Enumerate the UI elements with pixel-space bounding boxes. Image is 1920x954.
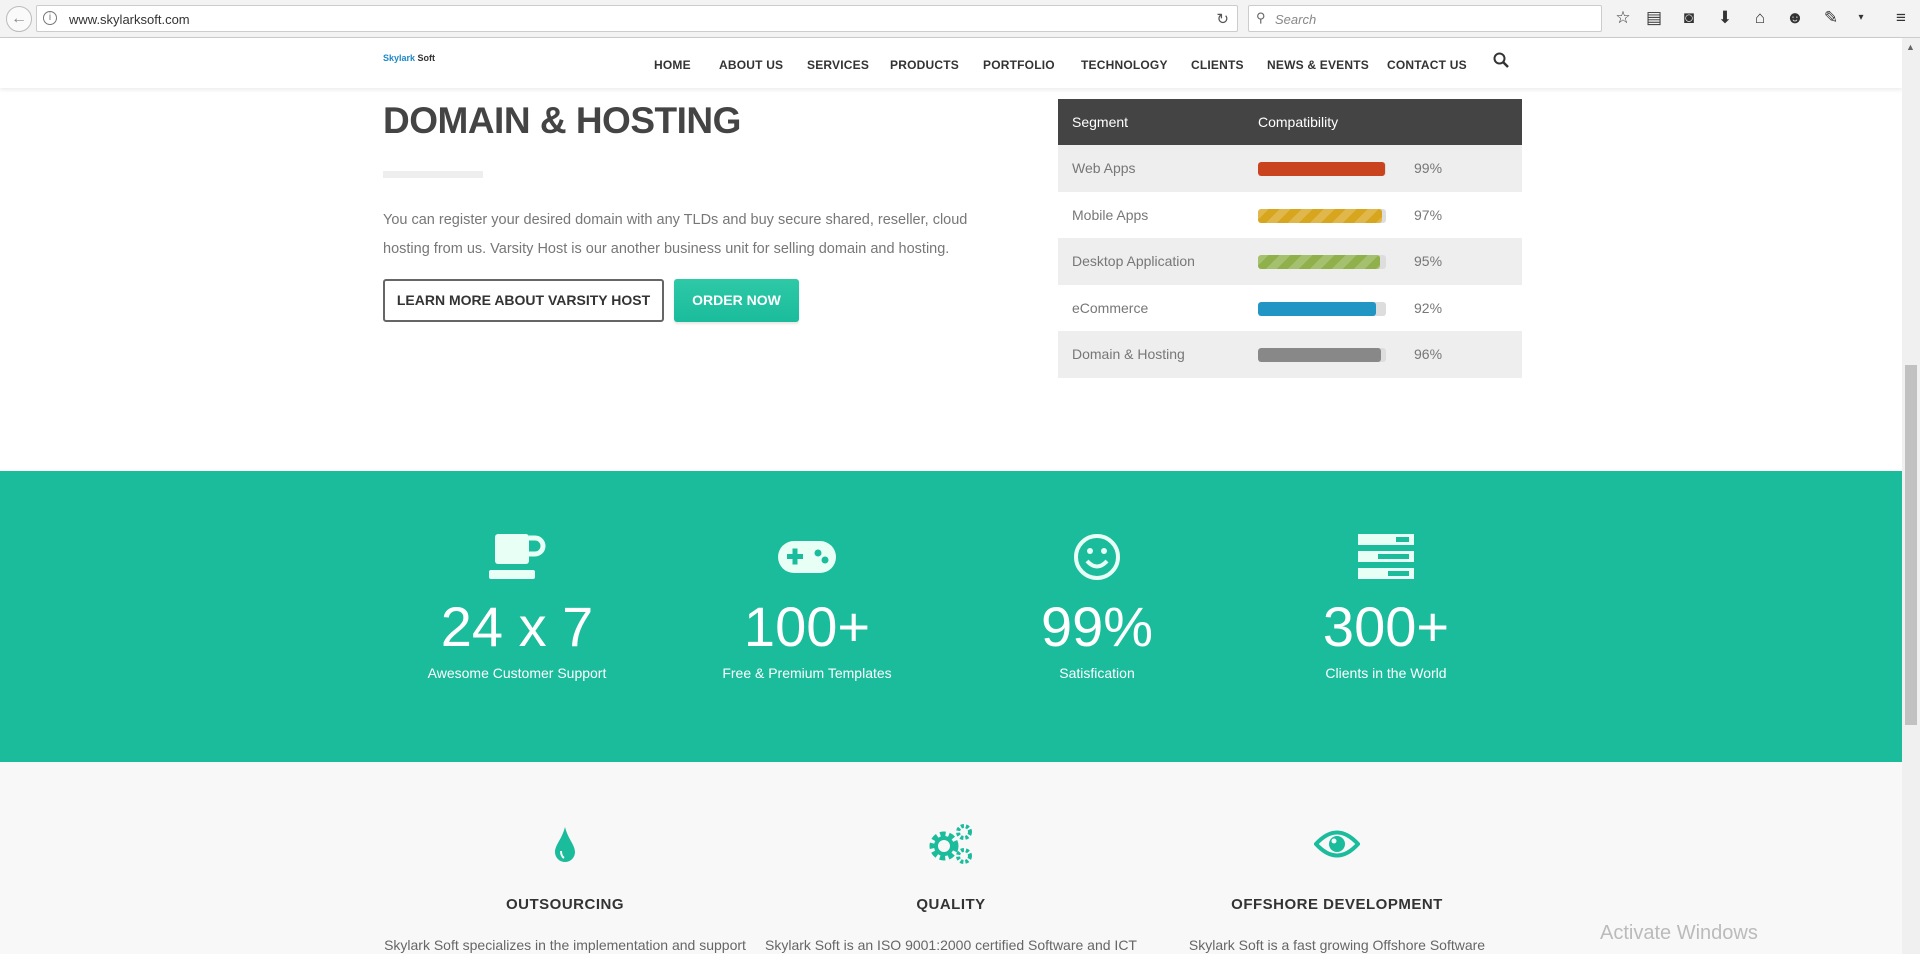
scrollbar-thumb[interactable] [1905,365,1917,725]
bookmark-star-icon[interactable]: ☆ [1612,8,1634,28]
nav-about-us[interactable]: ABOUT US [719,58,783,72]
stat-number: 24 x 7 [440,595,594,658]
menu-icon[interactable]: ≡ [1890,8,1912,28]
search-icon[interactable] [1493,52,1509,73]
dropdown-icon[interactable]: ▾ [1850,12,1872,23]
nav-services[interactable]: SERVICES [807,58,869,72]
stat-label: Clients in the World [1325,665,1447,681]
nav-contact-us[interactable]: CONTACT US [1387,58,1467,72]
table-row: Web Apps 99% [1058,145,1522,192]
stat-number: 100+ [743,595,871,658]
drop-icon [370,822,760,866]
stat-label: Satisfication [1059,665,1135,681]
compatibility-table: Segment Compatibility Web Apps 99% Mobile… [1058,99,1522,378]
stat-label: Awesome Customer Support [427,665,607,681]
feature-quality: QUALITY Skylark Soft is an ISO 9001:2000… [756,822,1146,953]
bookmarks-list-icon[interactable]: ▤ [1643,8,1665,28]
gears-icon [756,822,1146,866]
search-icon: ⚲ [1256,10,1266,25]
compatibility-value: 99% [1414,160,1443,176]
nav-technology[interactable]: TECHNOLOGY [1081,58,1168,72]
logo[interactable]: Skylark Soft [383,53,435,63]
smile-icon [957,531,1237,583]
scroll-up-icon[interactable]: ▲ [1906,42,1915,52]
header-compatibility: Compatibility [1258,114,1339,130]
header-segment: Segment [1072,114,1129,130]
table-header: Segment Compatibility [1058,99,1522,145]
compatibility-value: 97% [1414,206,1443,223]
feature-outsourcing: OUTSOURCING Skylark Soft specializes in … [370,822,760,953]
browser-search-input[interactable]: ⚲ Search [1248,5,1602,32]
feature-title: QUALITY [916,896,986,913]
stat-number: 300+ [1322,595,1450,658]
segment-name: eCommerce [1072,299,1149,316]
stat-support: 24 x 7 Awesome Customer Support [377,531,657,681]
segment-name: Desktop Application [1072,253,1195,269]
nav-products[interactable]: PRODUCTS [890,58,959,72]
stat-templates: 100+ Free & Premium Templates [667,531,947,681]
browser-toolbar: ← i www.skylarksoft.com ↻ ⚲ Search ☆ ▤ ◙… [0,0,1920,38]
stats-band: 24 x 7 Awesome Customer Support 100+ Fre… [0,471,1902,762]
compatibility-bar-fill [1258,162,1385,176]
feature-text: Skylark Soft specializes in the implemen… [384,937,746,953]
home-icon[interactable]: ⌂ [1749,8,1771,28]
order-now-button[interactable]: ORDER NOW [674,279,799,322]
info-icon[interactable]: i [43,11,57,25]
compatibility-bar-fill [1258,255,1380,269]
table-row: Domain & Hosting 96% [1058,331,1522,378]
url-bar[interactable]: i www.skylarksoft.com ↻ [36,5,1238,32]
table-row: eCommerce 92% [1058,285,1522,332]
feature-title: OFFSHORE DEVELOPMENT [1231,896,1443,913]
page-title: DOMAIN & HOSTING [383,100,741,141]
nav-home[interactable]: HOME [654,58,691,72]
feature-text: Skylark Soft is an ISO 9001:2000 certifi… [765,937,1137,953]
activate-windows-watermark: Activate Windows [1600,922,1758,944]
eye-icon [1142,822,1532,866]
feature-title: OUTSOURCING [506,896,624,913]
nav-news-events[interactable]: NEWS & EVENTS [1267,58,1369,72]
site-navbar: Skylark Soft HOME ABOUT US SERVICES PROD… [0,38,1902,88]
compatibility-bar-fill [1258,348,1381,362]
segment-name: Domain & Hosting [1072,346,1185,362]
server-icon [1246,531,1526,583]
compatibility-bar [1258,348,1386,362]
compatibility-bar-fill [1258,301,1376,316]
compatibility-value: 95% [1414,253,1443,269]
stat-label: Free & Premium Templates [722,665,892,681]
compatibility-bar [1258,208,1386,223]
stat-satisfaction: 99% Satisfication [957,531,1237,681]
table-row: Mobile Apps 97% [1058,192,1522,239]
feature-offshore: OFFSHORE DEVELOPMENT Skylark Soft is a f… [1142,822,1532,953]
compatibility-value: 96% [1414,346,1443,362]
chat-icon[interactable]: ☻ [1784,8,1806,28]
back-button[interactable]: ← [6,6,32,32]
title-divider [383,171,483,178]
segment-name: Web Apps [1072,160,1136,176]
reload-icon[interactable]: ↻ [1216,10,1229,28]
pocket-icon[interactable]: ◙ [1678,8,1700,28]
compatibility-bar [1258,301,1386,316]
learn-more-button[interactable]: LEARN MORE ABOUT VARSITY HOST [383,279,664,322]
download-icon[interactable]: ⬇ [1714,8,1736,28]
stat-number: 99% [1040,595,1154,658]
compatibility-bar-fill [1258,208,1383,223]
compatibility-bar [1258,162,1386,176]
nav-portfolio[interactable]: PORTFOLIO [983,58,1055,72]
nav-clients[interactable]: CLIENTS [1191,58,1244,72]
compatibility-value: 92% [1414,299,1443,316]
coffee-cup-icon [377,531,657,583]
url-text[interactable]: www.skylarksoft.com [69,12,190,27]
search-placeholder: Search [1275,12,1317,27]
extension-icon[interactable]: ✎ [1820,8,1842,28]
stat-clients: 300+ Clients in the World [1246,531,1526,681]
segment-name: Mobile Apps [1072,206,1149,223]
compatibility-bar [1258,255,1386,269]
hero-description: You can register your desired domain wit… [383,212,968,257]
table-row: Desktop Application 95% [1058,238,1522,285]
gamepad-icon [667,531,947,583]
feature-text: Skylark Soft is a fast growing Offshore … [1188,937,1486,953]
